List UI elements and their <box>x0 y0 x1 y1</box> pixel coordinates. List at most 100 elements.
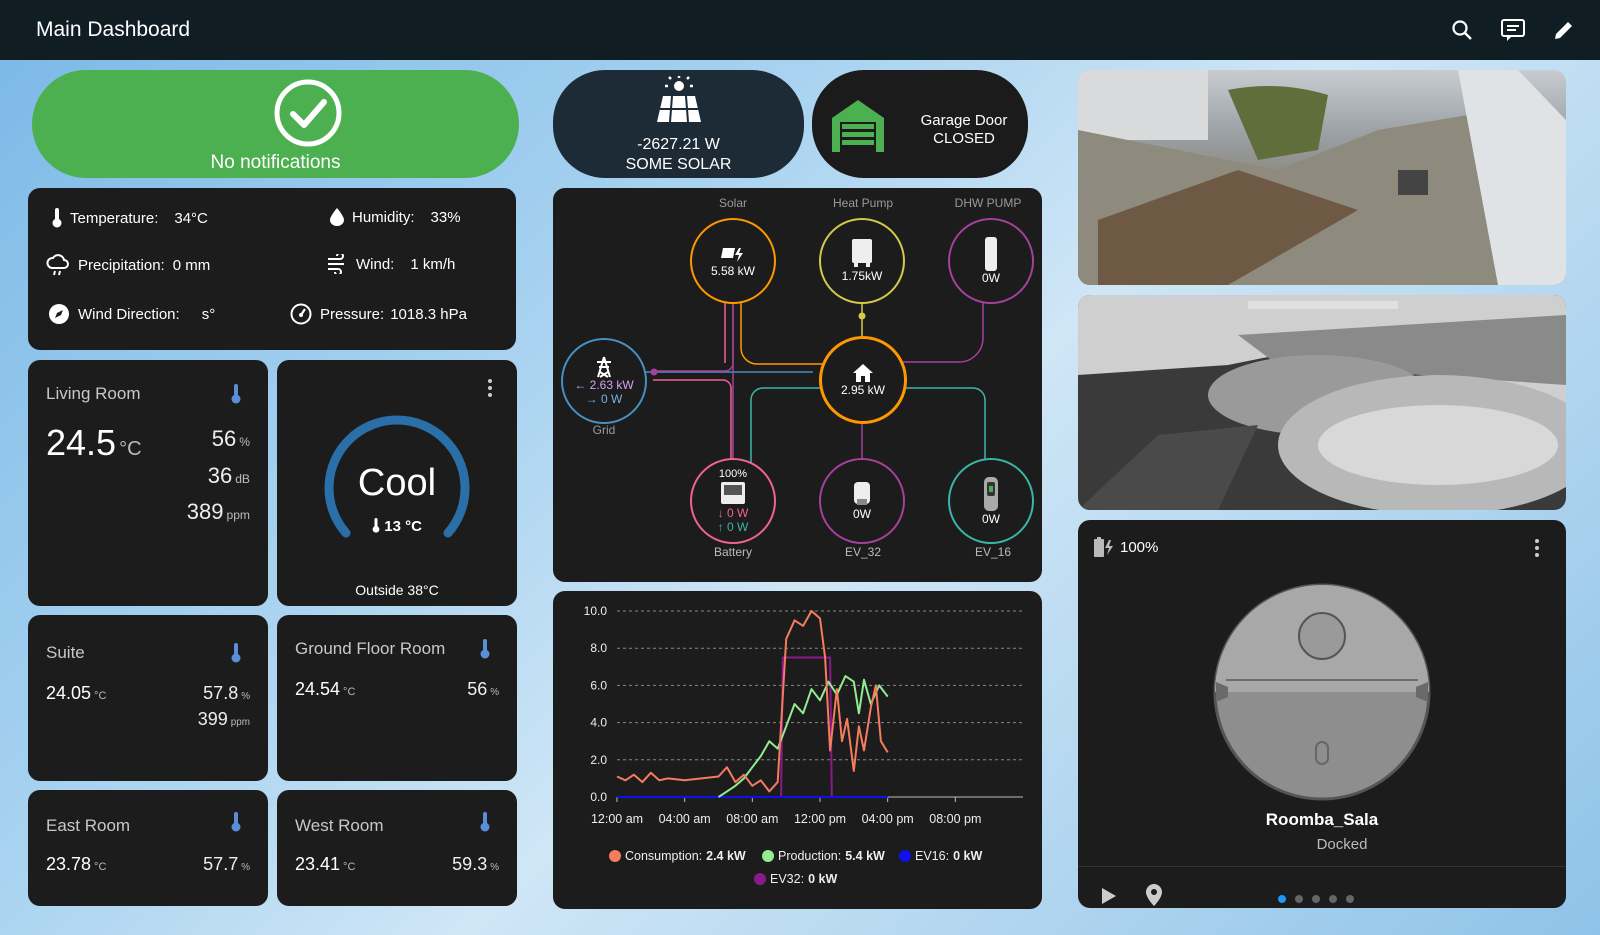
room-temperature: 23.78 °C <box>46 854 107 874</box>
west-room-card[interactable]: West Room 23.41 °C 59.3% <box>277 790 517 906</box>
dhw-pump-node[interactable]: 0W <box>948 218 1034 304</box>
room-noise: 36 dB <box>207 463 250 488</box>
legend-swatch <box>609 850 621 862</box>
solar-power-value: -2627.21 W <box>637 136 720 153</box>
search-icon[interactable] <box>1450 18 1474 42</box>
room-humidity: 59.3% <box>452 854 499 874</box>
x-tick-label: 12:00 pm <box>794 812 846 826</box>
page-dot-active[interactable] <box>1278 895 1286 903</box>
battery-node[interactable]: 100% ↓ 0 W ↑ 0 W <box>690 458 776 544</box>
garage-label: Garage Door <box>920 112 1008 129</box>
chat-icon[interactable] <box>1500 18 1526 42</box>
wind-icon <box>328 254 344 274</box>
compass-icon <box>49 304 69 324</box>
precipitation-row: Precipitation: 0 mm <box>46 254 210 276</box>
temperature-label: Temperature: <box>70 209 159 227</box>
divider <box>1078 866 1566 867</box>
room-co2: 389 ppm <box>186 499 250 524</box>
battery-icon <box>721 482 745 504</box>
heat-pump-node[interactable]: 1.75kW <box>819 218 905 304</box>
ev16-label: EV_16 <box>974 545 1012 559</box>
pressure-row: Pressure: 1018.3 hPa <box>290 303 467 325</box>
grid-import-value: ← 2.63 kW <box>574 378 634 392</box>
series-line-consumption <box>616 610 889 793</box>
dhw-pump-node-value: 0W <box>982 271 1000 285</box>
home-node[interactable]: 2.95 kW <box>819 336 907 424</box>
legend-swatch <box>762 850 774 862</box>
grid-node[interactable]: ← 2.63 kW → 0 W <box>561 338 647 424</box>
x-tick-label: 04:00 pm <box>862 812 914 826</box>
page-dot[interactable] <box>1329 895 1337 903</box>
more-options-icon[interactable] <box>1534 538 1540 558</box>
suite-card[interactable]: Suite 24.05 °C 57.8% 399 ppm <box>28 615 268 781</box>
temperature-value: 34°C <box>174 209 208 227</box>
battery-out: ↓ 0 W <box>717 506 749 520</box>
room-temperature: 23.41 °C <box>295 854 356 874</box>
dhw-pump-label: DHW PUMP <box>954 196 1022 210</box>
legend-consumption[interactable]: Consumption: 2.4 kW <box>609 849 746 863</box>
thermostat-card[interactable]: Cool 13 °C Outside 38°C <box>277 360 517 606</box>
camera-feed-garage[interactable] <box>1078 295 1566 510</box>
pencil-icon[interactable] <box>1552 18 1576 42</box>
room-name: Suite <box>46 643 85 662</box>
legend-production[interactable]: Production: 5.4 kW <box>762 849 885 863</box>
thermometer-icon <box>231 812 241 832</box>
locate-icon[interactable] <box>1146 884 1162 906</box>
room-humidity: 57.8% <box>203 683 250 703</box>
check-circle-icon <box>274 79 342 147</box>
energy-line-chart: 0.0 2.0 4.0 6.0 8.0 10.0 12:00 am 04:00 am 08:00… <box>584 604 1023 826</box>
legend-ev32[interactable]: EV32: 0 kW <box>754 872 837 886</box>
page-dot[interactable] <box>1346 895 1354 903</box>
play-icon[interactable] <box>1102 888 1116 904</box>
camera-snapshot <box>1078 70 1566 285</box>
solar-status-button[interactable]: -2627.21 W SOME SOLAR <box>553 70 804 178</box>
thermometer-icon <box>52 208 62 228</box>
legend-ev16[interactable]: EV16: 0 kW <box>899 849 982 863</box>
y-tick-label: 2.0 <box>590 753 607 767</box>
energy-chart-card[interactable]: 0.0 2.0 4.0 6.0 8.0 10.0 12:00 am 04:00 am 08:00… <box>553 591 1042 909</box>
vacuum-card[interactable]: 100% Roomba_Sala Docked <box>1078 520 1566 908</box>
living-room-card[interactable]: Living Room 24.5 °C 56% 36 dB 389 ppm <box>28 360 268 606</box>
gauge-icon <box>290 303 312 325</box>
pressure-label: Pressure: <box>320 305 385 323</box>
solar-panel-icon <box>657 76 701 123</box>
thermostat-mode: Cool <box>357 462 437 504</box>
water-heater-icon <box>985 237 997 271</box>
pagination-dots[interactable] <box>1278 895 1354 903</box>
east-room-card[interactable]: East Room 23.78 °C 57.7% <box>28 790 268 906</box>
page-dot[interactable] <box>1312 895 1320 903</box>
ev-charger-icon <box>854 482 870 505</box>
humidity-label: Humidity: <box>352 208 415 226</box>
solar-power-icon <box>721 248 743 262</box>
outside-temperature: Outside 38°C <box>355 582 439 598</box>
ev32-node[interactable]: 0W <box>819 458 905 544</box>
transmission-tower-icon <box>597 356 611 378</box>
humidity-value: 33% <box>430 208 461 226</box>
energy-flow-card[interactable]: Solar Heat Pump DHW PUMP 5.58 kW 1.75kW … <box>553 188 1042 582</box>
garage-state: CLOSED <box>933 130 995 147</box>
camera-feed-front[interactable] <box>1078 70 1566 285</box>
room-name: West Room <box>295 816 384 835</box>
garage-door-button[interactable]: Garage Door CLOSED <box>812 70 1028 178</box>
grid-export-value: → 0 W <box>585 392 623 406</box>
precipitation-value: 0 mm <box>172 256 211 274</box>
vacuum-battery: 100% <box>1092 536 1158 558</box>
notifications-button[interactable]: No notifications <box>32 70 519 178</box>
room-temperature: 24.5 °C <box>46 422 142 463</box>
ground-floor-room-card[interactable]: Ground Floor Room 24.54 °C 56% <box>277 615 517 781</box>
more-options-icon[interactable] <box>487 378 493 398</box>
weather-card[interactable]: Temperature: 34°C Humidity: 33% Precipitat… <box>28 188 516 350</box>
series-line-production <box>717 675 889 798</box>
precipitation-label: Precipitation: <box>78 256 165 274</box>
vacuum-status: Docked <box>1316 836 1368 853</box>
legend-swatch <box>754 873 766 885</box>
y-tick-label: 8.0 <box>590 641 607 655</box>
battery-in: ↑ 0 W <box>717 520 749 534</box>
page-dot[interactable] <box>1295 895 1303 903</box>
y-tick-label: 0.0 <box>590 790 607 804</box>
vacuum-name: Roomba_Sala <box>1265 810 1379 829</box>
heat-pump-node-value: 1.75kW <box>841 269 883 283</box>
x-tick-label: 08:00 am <box>726 812 778 826</box>
ev16-node[interactable]: 0W <box>948 458 1034 544</box>
solar-node[interactable]: 5.58 kW <box>690 218 776 304</box>
